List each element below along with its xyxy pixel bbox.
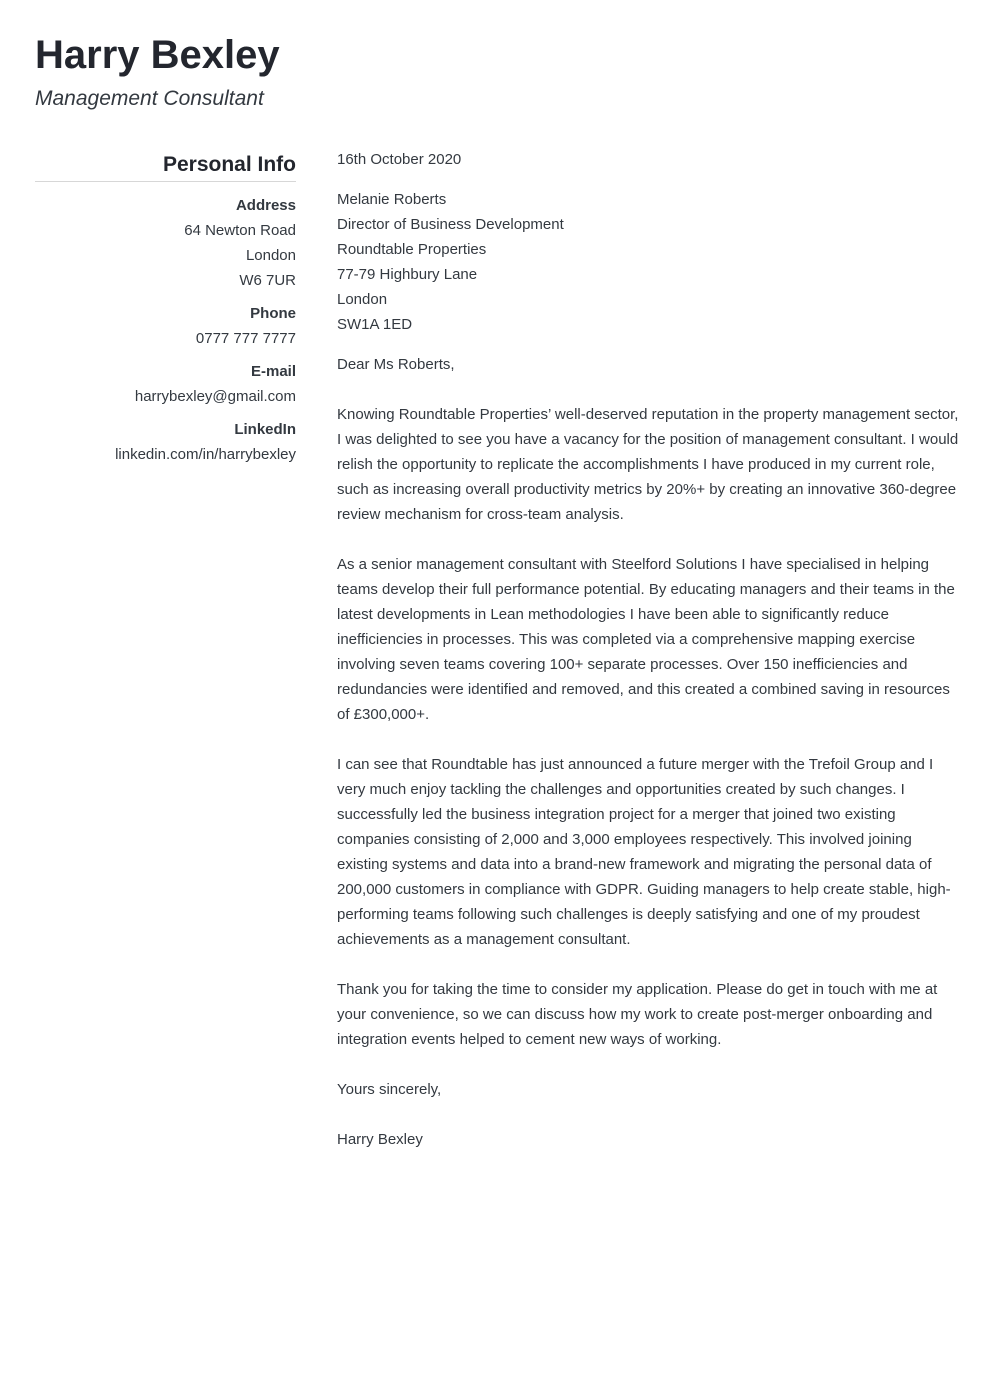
recipient-title: Director of Business Development [337, 216, 564, 233]
applicant-name: Harry Bexley [35, 33, 280, 77]
recipient-street: 77-79 Highbury Lane [337, 266, 478, 283]
linkedin-section: LinkedIn linkedin.com/in/harrybexley [35, 417, 296, 467]
letter-greeting: Dear Ms Roberts, [337, 356, 455, 373]
address-line: London [245, 247, 296, 264]
letter-paragraph: Thank you for taking the time to conside… [337, 981, 938, 1048]
personal-info-sidebar: Personal Info Address 64 Newton Road Lon… [35, 150, 296, 467]
letter-paragraph: Knowing Roundtable Properties’ well-dese… [337, 406, 959, 523]
phone-section: Phone 0777 777 7777 [35, 301, 296, 351]
address-section: Address 64 Newton Road London W6 7UR [35, 193, 296, 293]
letter-signature: Harry Bexley [337, 1131, 423, 1148]
linkedin-label: LinkedIn [234, 421, 296, 438]
letter-paragraph: As a senior management consultant with S… [337, 556, 955, 723]
letter-closing: Yours sincerely, [337, 1081, 442, 1098]
letter-date: 16th October 2020 [337, 151, 462, 168]
recipient-postcode: SW1A 1ED [337, 316, 413, 333]
address-line: W6 7UR [239, 272, 296, 289]
email-label: E-mail [250, 363, 296, 380]
applicant-job-title: Management Consultant [35, 87, 264, 110]
linkedin-value: linkedin.com/in/harrybexley [115, 446, 296, 463]
email-section: E-mail harrybexley@gmail.com [35, 359, 296, 409]
recipient-name: Melanie Roberts [337, 191, 447, 208]
personal-info-heading: Personal Info [35, 150, 296, 182]
phone-value: 0777 777 7777 [195, 330, 296, 347]
recipient-company: Roundtable Properties [337, 241, 487, 258]
letter-paragraph: I can see that Roundtable has just annou… [337, 756, 951, 948]
recipient-block: Melanie Roberts Director of Business Dev… [337, 187, 959, 337]
email-value: harrybexley@gmail.com [134, 388, 296, 405]
phone-label: Phone [250, 305, 296, 322]
address-label: Address [235, 197, 296, 214]
address-line: 64 Newton Road [184, 222, 296, 239]
letter-body: 16th October 2020 Melanie Roberts Direct… [337, 147, 959, 1177]
recipient-city: London [337, 291, 388, 308]
